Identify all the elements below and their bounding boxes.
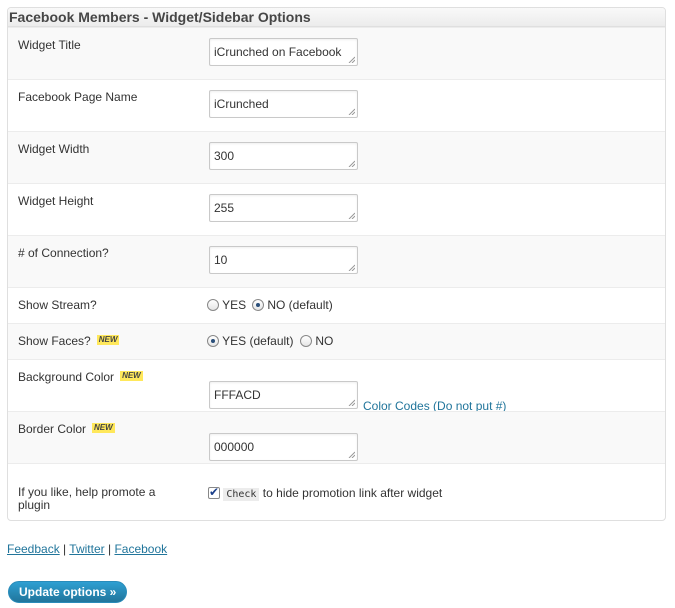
show-faces-label: Show Faces? NEW xyxy=(18,334,120,348)
connections-label: # of Connection? xyxy=(18,246,109,260)
show-faces-yes-label: YES (default) xyxy=(222,334,294,348)
update-options-button[interactable]: Update options » xyxy=(8,581,128,603)
page-name-value: iCrunched xyxy=(214,97,269,111)
row-widget-height: Widget Height 255 xyxy=(8,183,665,235)
resize-handle-icon[interactable] xyxy=(348,56,355,63)
background-color-label-text: Background Color xyxy=(18,370,115,384)
row-border-color: Border Color NEW 000000 xyxy=(8,411,665,463)
promote-option[interactable]: Check to hide promotion link after widge… xyxy=(208,485,443,502)
widget-height-input[interactable]: 255 xyxy=(209,194,358,222)
page-name-label: Facebook Page Name xyxy=(18,90,138,104)
border-color-input[interactable]: 000000 xyxy=(209,433,358,461)
background-color-input[interactable]: FFFACD xyxy=(209,381,358,409)
footer-separator: | xyxy=(107,542,112,556)
show-stream-yes-radio[interactable] xyxy=(207,299,219,311)
row-page-name: Facebook Page Name iCrunched xyxy=(8,79,665,131)
promote-label: If you like, help promote a plugin xyxy=(18,485,156,512)
resize-handle-icon[interactable] xyxy=(348,451,355,458)
new-badge: NEW xyxy=(92,423,115,433)
widget-width-value: 300 xyxy=(214,149,235,163)
resize-handle-icon[interactable] xyxy=(348,212,355,219)
facebook-link[interactable]: Facebook xyxy=(114,542,167,556)
new-badge: NEW xyxy=(120,371,143,381)
border-color-value: 000000 xyxy=(214,440,255,454)
show-faces-label-text: Show Faces? xyxy=(18,334,91,348)
widget-width-input[interactable]: 300 xyxy=(209,142,358,170)
promote-checkbox[interactable] xyxy=(208,485,220,499)
row-connections: # of Connection? 10 xyxy=(8,235,665,287)
background-color-value: FFFACD xyxy=(214,388,261,402)
show-faces-no-label: NO xyxy=(315,334,334,348)
show-faces-no-option[interactable]: NO xyxy=(300,334,333,348)
resize-handle-icon[interactable] xyxy=(348,160,355,167)
row-promote: If you like, help promote a plugin Check… xyxy=(8,463,665,520)
page-name-input[interactable]: iCrunched xyxy=(209,90,358,118)
widget-height-label: Widget Height xyxy=(18,194,94,208)
resize-handle-icon[interactable] xyxy=(348,108,355,115)
show-stream-no-option[interactable]: NO (default) xyxy=(252,298,333,312)
show-faces-yes-radio[interactable] xyxy=(207,335,219,347)
widget-title-input[interactable]: iCrunched on Facebook xyxy=(209,38,358,66)
panel-title: Facebook Members - Widget/Sidebar Option… xyxy=(8,8,665,27)
feedback-link[interactable]: Feedback xyxy=(7,542,60,556)
resize-handle-icon[interactable] xyxy=(348,399,355,406)
show-stream-no-label: NO (default) xyxy=(267,298,333,312)
twitter-link[interactable]: Twitter xyxy=(69,542,104,556)
show-faces-no-radio[interactable] xyxy=(300,335,312,347)
show-stream-label: Show Stream? xyxy=(18,298,97,312)
row-widget-title: Widget Title iCrunched on Facebook xyxy=(8,27,665,79)
widget-width-label: Widget Width xyxy=(18,142,90,156)
resize-handle-icon[interactable] xyxy=(348,264,355,271)
row-show-stream: Show Stream? YES NO (default) xyxy=(8,287,665,323)
widget-height-value: 255 xyxy=(214,201,235,215)
row-show-faces: Show Faces? NEW YES (default) NO xyxy=(8,323,665,359)
footer-links: Feedback | Twitter | Facebook xyxy=(7,542,167,556)
widget-title-label: Widget Title xyxy=(18,38,81,52)
new-badge: NEW xyxy=(96,335,120,345)
border-color-label-text: Border Color xyxy=(18,422,87,436)
show-stream-yes-option[interactable]: YES xyxy=(207,298,246,312)
connections-input[interactable]: 10 xyxy=(209,246,358,274)
widget-options-panel: Facebook Members - Widget/Sidebar Option… xyxy=(7,7,666,521)
footer-separator: | xyxy=(63,542,67,556)
border-color-label: Border Color NEW xyxy=(18,423,115,436)
row-widget-width: Widget Width 300 xyxy=(8,131,665,183)
connections-value: 10 xyxy=(214,253,228,267)
check-code: Check xyxy=(223,488,260,501)
background-color-label: Background Color NEW xyxy=(18,371,143,384)
show-faces-yes-option[interactable]: YES (default) xyxy=(207,334,294,348)
row-background-color: Background Color NEW FFFACD Color Codes (… xyxy=(8,359,665,413)
show-stream-no-radio[interactable] xyxy=(252,299,264,311)
promote-after-text: to hide promotion link after widget xyxy=(262,486,443,500)
widget-title-value: iCrunched on Facebook xyxy=(214,45,342,59)
show-stream-yes-label: YES xyxy=(222,298,247,312)
